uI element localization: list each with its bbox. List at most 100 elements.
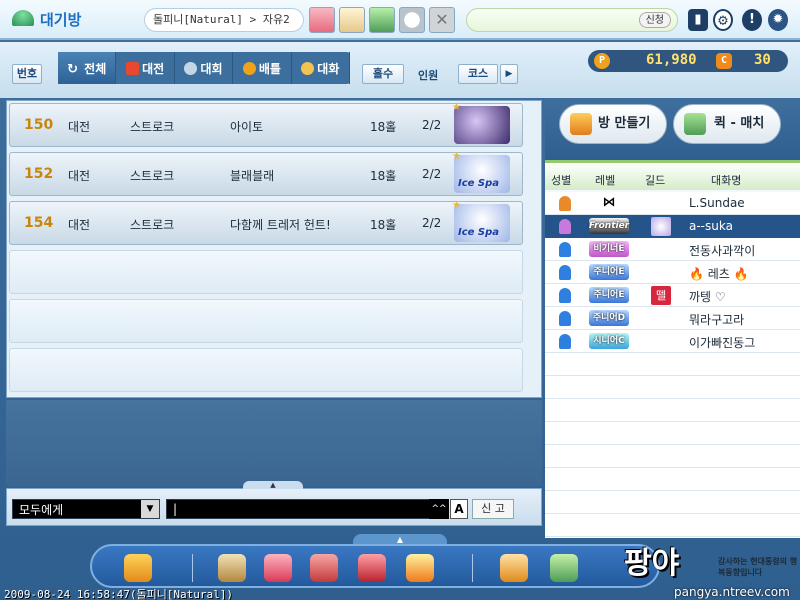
- lobby-title: 대기방: [40, 11, 82, 29]
- tab-chat[interactable]: 대화: [292, 52, 351, 84]
- gender-icon: [559, 288, 571, 303]
- guild-icon[interactable]: ⚙: [713, 9, 733, 31]
- cookie-icon: C: [716, 53, 732, 69]
- chevron-down-icon[interactable]: ▼: [141, 500, 159, 518]
- tab-tournament-label: 대회: [200, 61, 223, 76]
- course-thumbnail: ★ Ice Spa: [452, 151, 510, 193]
- room-row[interactable]: 152 대전 스트로크 블래블래 18홀 2/2 ★ Ice Spa: [9, 151, 523, 196]
- player-row[interactable]: Frontier a--suka: [545, 215, 800, 238]
- gender-icon: [559, 242, 571, 257]
- house-arrow-icon: [684, 113, 706, 135]
- ball-slot[interactable]: [399, 7, 425, 33]
- achievement-icon[interactable]: [406, 554, 434, 582]
- player-row[interactable]: 비기너E 전동사과깍이: [545, 238, 800, 261]
- mobile-icon[interactable]: ▮: [688, 9, 708, 31]
- room-number: 150: [24, 117, 54, 133]
- gender-icon: [559, 196, 571, 211]
- locker-icon[interactable]: [310, 554, 338, 582]
- room-row[interactable]: 154 대전 스트로크 다함께 트레저 헌트! 18홀 2/2 ★ Ice Sp…: [9, 200, 523, 245]
- level-badge: 주니어E: [589, 287, 629, 303]
- character-slot[interactable]: [309, 7, 335, 33]
- cookie-amount: 30: [754, 52, 771, 68]
- battle-icon: [242, 61, 256, 75]
- create-room-button[interactable]: 방 만들기: [559, 104, 667, 144]
- top-bar: 대기방 돌피니[Natural] > 자유2 ✕ 신청 ▮ ⚙ ! ✹: [0, 0, 800, 40]
- people-label[interactable]: 인원: [418, 67, 438, 83]
- emoticon-button[interactable]: ^^: [429, 499, 449, 519]
- room-mode: 대전: [68, 169, 91, 183]
- player-nickname: L.Sundae: [689, 196, 745, 210]
- mailbox-icon[interactable]: [358, 554, 386, 582]
- gender-icon: [559, 265, 571, 280]
- message-bar[interactable]: 신청: [466, 8, 678, 32]
- refresh-icon: ↻: [67, 61, 79, 77]
- tab-all[interactable]: ↻ 전체: [58, 52, 117, 84]
- chat-input[interactable]: |: [166, 499, 434, 519]
- quick-match-button[interactable]: 퀵 - 매치: [673, 104, 781, 144]
- course-name: Ice Spa: [458, 178, 500, 189]
- tab-match[interactable]: 대전: [116, 52, 175, 84]
- tab-battle[interactable]: 배틀: [233, 52, 292, 84]
- caddie-slot[interactable]: [339, 7, 365, 33]
- room-mode: 대전: [68, 218, 91, 232]
- room-name: 블래블래: [230, 169, 275, 183]
- quick-match-icon[interactable]: [550, 554, 578, 582]
- player-row[interactable]: 주니어E 🔥 레츠 🔥: [545, 261, 800, 284]
- currency-bar: P 61,980 C 30: [588, 50, 788, 72]
- tab-tournament[interactable]: 대회: [175, 52, 234, 84]
- next-page-button[interactable]: ▶: [500, 64, 518, 84]
- room-type-tabs: ↻ 전체 대전 대회 배틀 대화: [58, 52, 351, 84]
- brand-area: 팡야 감사하는 현대통령의 행복동향입니다 pangya.ntreev.com: [620, 538, 800, 600]
- chat-target-select[interactable]: 모두에게 ▼: [12, 499, 160, 519]
- pangya-logo: 팡야: [624, 546, 680, 581]
- room-players: 2/2: [422, 167, 442, 181]
- empty-item-slot[interactable]: ✕: [429, 7, 455, 33]
- house-plus-icon: [570, 113, 592, 135]
- header-nickname[interactable]: 대화명: [711, 172, 741, 188]
- exit-door-icon[interactable]: [124, 554, 152, 582]
- bottom-dock: [90, 544, 660, 588]
- player-row[interactable]: 시니어C 이가빠진동그: [545, 330, 800, 353]
- vs-icon: [126, 61, 140, 75]
- info-icon[interactable]: !: [742, 9, 762, 31]
- report-button[interactable]: 신 고: [472, 499, 514, 519]
- chat-bar: ▲ 모두에게 ▼ | ^^ A 신 고: [6, 481, 542, 526]
- tab-chat-label: 대화: [317, 61, 340, 76]
- player-row[interactable]: ⋈ L.Sundae: [545, 192, 800, 215]
- header-guild[interactable]: 길드: [645, 172, 665, 188]
- create-room-icon[interactable]: [500, 554, 528, 582]
- chat-expand-handle[interactable]: ▲: [243, 481, 303, 489]
- player-row[interactable]: 주니어E 뗄 까텡 ♡: [545, 284, 800, 307]
- gender-icon: [559, 334, 571, 349]
- sort-holes-button[interactable]: 홀수: [362, 64, 404, 84]
- room-number: 152: [24, 166, 54, 182]
- font-button[interactable]: A: [450, 499, 468, 519]
- room-name: 아이토: [230, 120, 264, 134]
- header-gender[interactable]: 성별: [551, 172, 571, 188]
- star-icon: ★: [452, 200, 461, 211]
- room-players: 2/2: [422, 118, 442, 132]
- player-row[interactable]: 주니어D 뭐라구고라: [545, 307, 800, 330]
- player-nickname: 전동사과깍이: [689, 244, 756, 258]
- sort-course-button[interactable]: 코스: [458, 64, 498, 84]
- room-holes: 18홀: [370, 218, 397, 232]
- room-number: 154: [24, 215, 54, 231]
- gift-icon[interactable]: [264, 554, 292, 582]
- tab-battle-label: 배틀: [258, 61, 281, 76]
- settings-icon[interactable]: ✹: [768, 9, 788, 31]
- channel-location: 돌피니[Natural] > 자유2: [144, 8, 304, 32]
- sort-number-button[interactable]: 번호: [12, 64, 42, 84]
- player-nickname: 까텡 ♡: [689, 290, 726, 304]
- room-row[interactable]: 150 대전 스트로크 아이토 18홀 2/2 ★: [9, 102, 523, 147]
- level-badge: Frontier: [589, 218, 629, 234]
- club-slot[interactable]: [369, 7, 395, 33]
- shop-register-icon[interactable]: [218, 554, 246, 582]
- level-badge: 주니어D: [589, 310, 629, 326]
- request-button[interactable]: 신청: [638, 12, 671, 28]
- room-action-area: 방 만들기 퀵 - 매치: [545, 98, 800, 160]
- header-level[interactable]: 레벨: [595, 172, 615, 188]
- course-thumbnail: ★ Ice Spa: [452, 200, 510, 242]
- status-timestamp: 2009-08-24 16:58:47(돌피니[Natural]): [4, 588, 234, 600]
- room-mode: 대전: [68, 120, 91, 134]
- tab-all-label: 전체: [84, 61, 107, 76]
